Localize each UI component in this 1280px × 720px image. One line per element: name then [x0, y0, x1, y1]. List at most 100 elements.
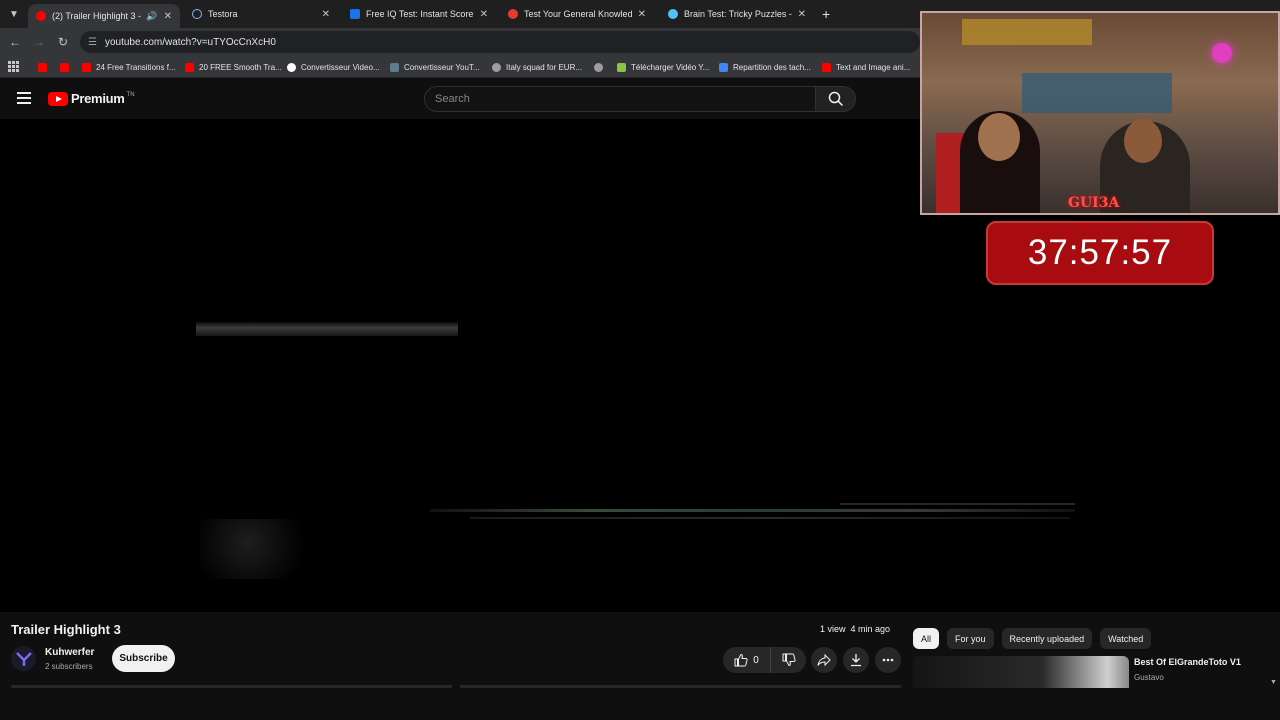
bookmark-label: Convertisseur Video...: [301, 62, 380, 72]
webcam-overlay: GUI3A: [920, 11, 1280, 215]
bookmark-item[interactable]: 24 Free Transitions f...: [82, 60, 176, 74]
like-dislike-group: 0: [723, 647, 806, 673]
gk-favicon-icon: [508, 9, 518, 19]
close-tab-icon[interactable]: ✕: [638, 9, 646, 20]
bookmark-label: 24 Free Transitions f...: [96, 62, 176, 72]
close-tab-icon[interactable]: ✕: [798, 9, 806, 20]
youtube-favicon-icon: [185, 62, 194, 72]
logo-country-code: TN: [126, 91, 135, 98]
bookmark-label: Convertisseur YouT...: [404, 62, 480, 72]
scroll-down-arrow-icon[interactable]: ▼: [1270, 679, 1277, 686]
search-button[interactable]: [816, 86, 856, 112]
bookmark-youtube-1[interactable]: [38, 60, 52, 74]
streamer-left: [960, 111, 1040, 213]
new-tab-icon[interactable]: +: [822, 6, 830, 22]
youtube-favicon-icon: [60, 62, 69, 72]
bookmark-item[interactable]: Convertisseur Video...: [287, 60, 380, 74]
reload-icon[interactable]: ↻: [55, 34, 71, 50]
tab-free-iq-test[interactable]: Free IQ Test: Instant Score, No Email ✕: [342, 4, 496, 24]
tab-brain-test[interactable]: Brain Test: Tricky Puzzles - Ubuntu ✕: [660, 4, 814, 24]
apps-grid-icon[interactable]: [8, 61, 19, 72]
share-icon: [817, 653, 831, 667]
bookmark-item[interactable]: Télécharger Vidéo Y...: [617, 60, 709, 74]
subscribe-button[interactable]: Subscribe: [112, 645, 175, 672]
neon-light: [1212, 43, 1232, 63]
tab-title: Brain Test: Tricky Puzzles - Ubuntu: [684, 9, 792, 19]
like-count: 0: [753, 654, 759, 666]
stream-timer: 37:57:57: [986, 221, 1214, 285]
video-stats: 1 view 4 min ago: [820, 624, 890, 634]
tab-testora[interactable]: Testora ✕: [184, 4, 338, 24]
bookmark-item[interactable]: 20 FREE Smooth Tra...: [185, 60, 282, 74]
video-frame-shadow: [200, 519, 320, 579]
share-button[interactable]: [811, 647, 837, 673]
chip-watched[interactable]: Watched: [1100, 628, 1152, 649]
channel-avatar[interactable]: [11, 646, 36, 671]
bookmark-item[interactable]: Repartition des tach...: [719, 60, 811, 74]
video-title: Trailer Highlight 3: [11, 622, 121, 637]
youtube-play-logo-icon: [48, 91, 68, 106]
video-frame-highlight: [430, 509, 1075, 512]
search-input[interactable]: Search: [424, 86, 816, 112]
youtube-favicon-icon: [38, 62, 47, 72]
tab-youtube[interactable]: (2) Trailer Highlight 3 - YouTube 🔊 ✕: [28, 4, 180, 28]
recommendation-channel[interactable]: Gustavo: [1134, 673, 1164, 682]
recommendation-thumbnail[interactable]: [913, 656, 1129, 688]
bookmark-globe[interactable]: [594, 60, 608, 74]
bookmark-item[interactable]: Convertisseur YouT...: [390, 60, 480, 74]
upload-age: 4 min ago: [850, 624, 891, 634]
cam-signature-logo: GUI3A: [1068, 195, 1120, 211]
tab-general-knowledge[interactable]: Test Your General Knowledge With ✕: [500, 4, 654, 24]
hamburger-menu-icon[interactable]: [17, 92, 31, 104]
dislike-button[interactable]: [771, 647, 806, 673]
forward-arrow-icon[interactable]: →: [31, 34, 47, 50]
bookmark-item[interactable]: Text and Image ani...: [822, 60, 910, 74]
youtube-favicon-icon: [36, 11, 46, 21]
close-tab-icon[interactable]: ✕: [164, 11, 172, 22]
docs-favicon-icon: [719, 62, 728, 72]
tab-title: Testora: [208, 9, 238, 19]
video-frame-highlight: [470, 517, 1070, 519]
download-button[interactable]: [843, 647, 869, 673]
bookmark-label: Italy squad for EUR...: [506, 62, 583, 72]
converter-favicon-icon: [390, 62, 399, 72]
bookmark-label: Télécharger Vidéo Y...: [631, 62, 710, 72]
channel-name[interactable]: Kuhwerfer: [45, 647, 94, 658]
speaker-icon[interactable]: 🔊: [146, 11, 157, 22]
site-info-icon[interactable]: ☰: [88, 37, 97, 48]
like-button[interactable]: 0: [723, 647, 771, 673]
download-icon: [851, 654, 861, 667]
url-text: youtube.com/watch?v=uTYOcCnXcH0: [104, 36, 276, 48]
subscriber-count: 2 subscribers: [45, 662, 93, 671]
thumbs-down-icon: [782, 653, 796, 667]
chip-for-you[interactable]: For you: [947, 628, 994, 649]
logo-text: Premium: [71, 91, 125, 106]
comments-box-edge[interactable]: [460, 685, 901, 688]
background-shelf: [1022, 73, 1172, 113]
tab-title: (2) Trailer Highlight 3 - YouTube: [52, 11, 142, 21]
close-tab-icon[interactable]: ✕: [322, 9, 330, 20]
wall-banner: [962, 19, 1092, 45]
bookmark-youtube-2[interactable]: [60, 60, 74, 74]
brain-test-favicon-icon: [668, 9, 678, 19]
close-tab-icon[interactable]: ✕: [480, 9, 488, 20]
chip-recently-uploaded[interactable]: Recently uploaded: [1001, 628, 1093, 649]
recommendation-title[interactable]: Best Of ElGrandeToto V1: [1134, 657, 1241, 667]
bookmark-label: Text and Image ani...: [836, 62, 911, 72]
view-count: 1 view: [820, 624, 846, 634]
tab-search-chevron-icon[interactable]: ▼: [6, 6, 22, 22]
address-bar[interactable]: ☰ youtube.com/watch?v=uTYOcCnXcH0: [80, 31, 920, 53]
google-favicon-icon: [287, 62, 296, 72]
chip-all[interactable]: All: [913, 628, 940, 649]
description-box-edge[interactable]: [11, 685, 452, 688]
bookmark-item[interactable]: Italy squad for EUR...: [492, 60, 582, 74]
channel-logo-icon: [15, 651, 32, 666]
back-arrow-icon[interactable]: ←: [7, 34, 23, 50]
more-actions-button[interactable]: [875, 647, 901, 673]
youtube-favicon-icon: [82, 62, 91, 72]
iq-favicon-icon: [350, 9, 360, 19]
youtube-premium-logo[interactable]: Premium TN: [48, 91, 135, 106]
youtube-favicon-icon: [822, 62, 831, 72]
video-frame-highlight: [840, 503, 1075, 505]
recommendation-chips: All For you Recently uploaded Watched: [913, 628, 1152, 649]
